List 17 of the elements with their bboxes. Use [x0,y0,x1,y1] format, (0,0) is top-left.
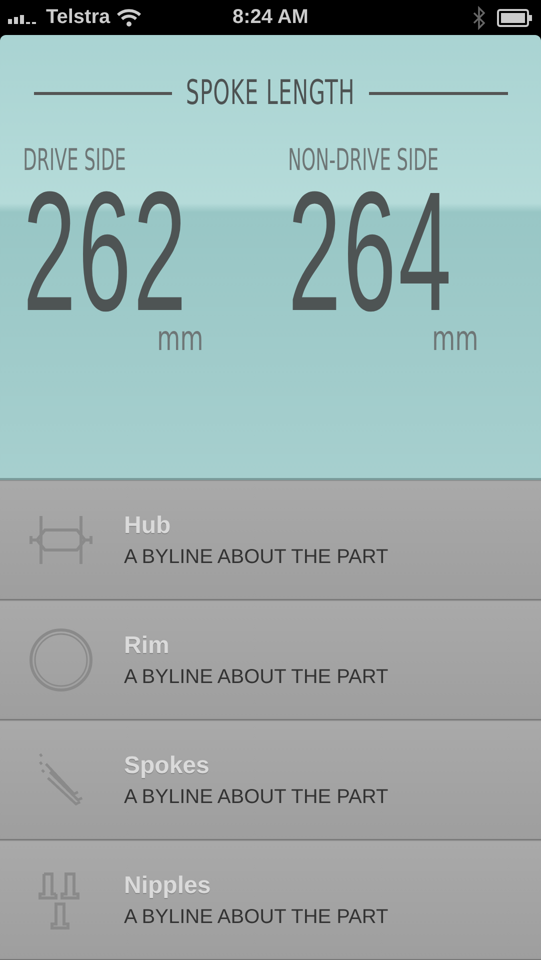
part-byline: A BYLINE ABOUT THE PART [124,546,388,568]
carrier-name: Telstra [46,6,110,29]
length-value: 264 [288,182,454,322]
part-byline: A BYLINE ABOUT THE PART [124,786,388,808]
wifi-icon [116,8,142,27]
bluetooth-icon [473,6,485,30]
part-byline: A BYLINE ABOUT THE PART [124,666,388,688]
part-byline: A BYLINE ABOUT THE PART [124,906,388,928]
length-value: 262 [23,182,189,322]
panel-title: SPOKE LENGTH [186,73,356,113]
side-label: DRIVE SIDE [23,143,126,178]
clock-time: 8:24 AM [232,6,308,28]
unit-label: mm [432,322,478,356]
unit-label: mm [156,322,204,356]
ring-icon [28,627,94,693]
battery-icon [497,8,533,26]
side-label: NON-DRIVE SIDE [288,143,439,178]
